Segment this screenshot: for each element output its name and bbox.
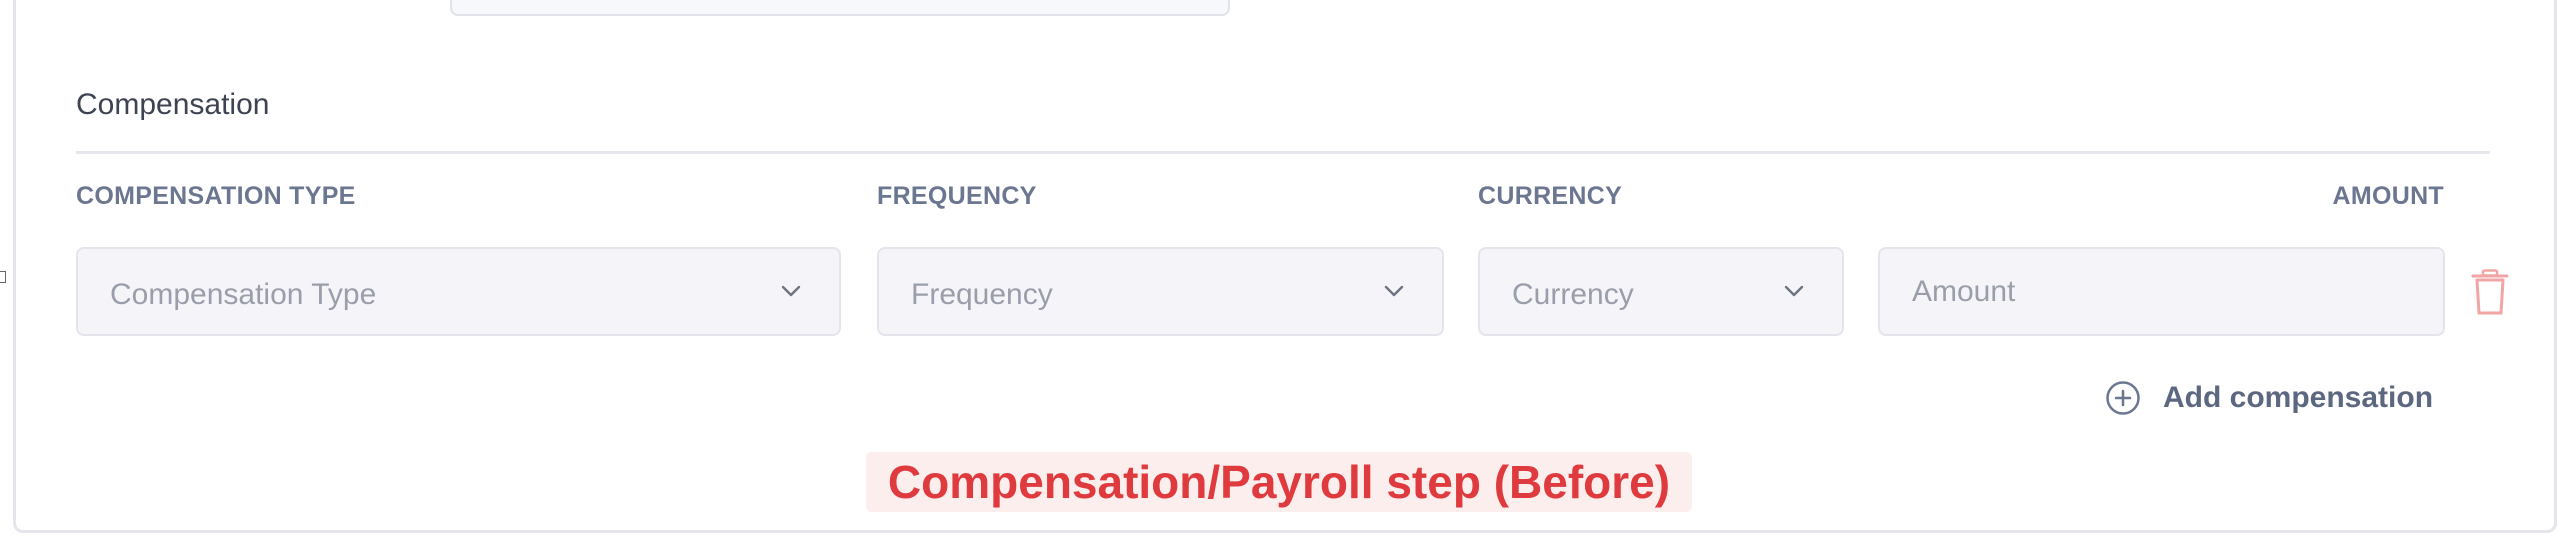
edge-marker [0, 271, 6, 283]
column-label-frequency: FREQUENCY [877, 182, 1037, 210]
frequency-placeholder: Frequency [911, 278, 1053, 311]
section-title: Compensation [76, 88, 270, 121]
step-caption: Compensation/Payroll step (Before) [866, 452, 1692, 512]
trash-icon[interactable] [2471, 269, 2509, 315]
amount-input[interactable] [1878, 247, 2445, 336]
previous-field-bottom[interactable] [450, 0, 1230, 16]
chevron-down-icon [781, 285, 801, 297]
step-caption-text: Compensation/Payroll step (Before) [887, 456, 1671, 508]
plus-circle-icon [2106, 381, 2140, 415]
column-label-amount: AMOUNT [2332, 182, 2444, 210]
chevron-down-icon [1784, 285, 1804, 297]
compensation-type-placeholder: Compensation Type [110, 278, 377, 311]
column-label-currency: CURRENCY [1478, 182, 1623, 210]
currency-placeholder: Currency [1512, 278, 1634, 311]
compensation-type-select[interactable]: Compensation Type [76, 247, 841, 336]
section-divider [76, 151, 2490, 154]
column-label-compensation-type: COMPENSATION TYPE [76, 182, 356, 210]
currency-select[interactable]: Currency [1478, 247, 1844, 336]
add-compensation-label: Add compensation [2163, 381, 2434, 414]
add-compensation-button[interactable]: Add compensation [2105, 378, 2433, 418]
chevron-down-icon [1384, 285, 1404, 297]
frequency-select[interactable]: Frequency [877, 247, 1444, 336]
